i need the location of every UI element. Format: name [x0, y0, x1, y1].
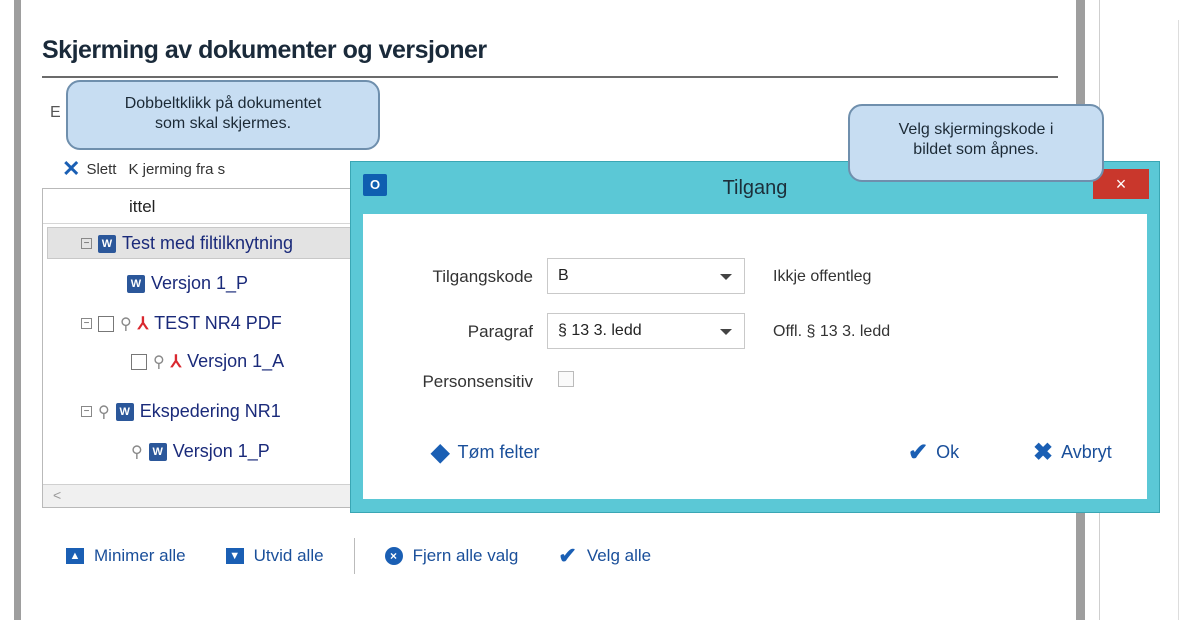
- tree-row[interactable]: W Versjon 1_P: [127, 273, 248, 294]
- collapse-icon[interactable]: −: [81, 406, 92, 417]
- minimize-icon: ▲: [66, 548, 84, 564]
- cancel-button[interactable]: ✖ Avbryt: [1033, 438, 1112, 467]
- title-divider: [42, 76, 1058, 78]
- paperclip-icon: ⚲: [153, 353, 165, 371]
- remove-circle-icon: ×: [384, 547, 403, 565]
- tree-row[interactable]: − W Test med filtilknytning: [81, 233, 293, 254]
- scroll-left-icon[interactable]: <: [53, 487, 61, 503]
- access-code-description: Ikkje offentleg: [773, 268, 872, 285]
- chevron-down-icon: [720, 329, 732, 335]
- partial-label: E: [50, 104, 61, 121]
- chevron-down-icon: [720, 274, 732, 280]
- pdf-icon: ⅄: [170, 351, 182, 371]
- callout-text-line: Velg skjermingskode i: [898, 121, 1054, 138]
- ok-label: Ok: [936, 442, 960, 462]
- callout-select-code: Velg skjermingskode i bildet som åpnes.: [848, 104, 1104, 182]
- tree-row-label: Versjon 1_A: [187, 351, 285, 371]
- minimize-all-label: Minimer alle: [94, 546, 186, 565]
- callout-text-line: som skal skjermes.: [154, 115, 292, 132]
- tree-row[interactable]: − ⚲ W Ekspedering NR1: [81, 401, 281, 422]
- tree-row[interactable]: ⚲ ⅄ Versjon 1_A: [131, 351, 284, 372]
- collapse-icon[interactable]: −: [81, 238, 92, 249]
- callout-double-click: Dobbeltklikk på dokumentet som skal skje…: [66, 80, 380, 259]
- expand-all-label: Utvid alle: [253, 546, 324, 565]
- delete-button[interactable]: Slett: [86, 161, 116, 178]
- ok-button[interactable]: ✔ Ok: [908, 438, 959, 467]
- page-title: Skjerming av dokumenter og versjoner: [42, 36, 487, 64]
- word-document-icon: W: [127, 274, 145, 293]
- row-checkbox[interactable]: [131, 353, 147, 370]
- column-title-label: ittel: [129, 197, 156, 216]
- row-checkbox[interactable]: [98, 315, 114, 332]
- tree-column-header[interactable]: ittel: [43, 189, 403, 224]
- personsensitive-checkbox[interactable]: [558, 371, 574, 387]
- personsensitive-label: Personsensitiv: [422, 372, 533, 391]
- paragraph-select[interactable]: § 13 3. ledd: [547, 313, 745, 349]
- tree-row-label: Ekspedering NR1: [139, 401, 281, 421]
- word-document-icon: W: [98, 234, 116, 253]
- cancel-label: Avbryt: [1061, 442, 1112, 462]
- collapse-icon[interactable]: −: [81, 318, 92, 329]
- tree-row-label: Versjon 1_P: [172, 441, 270, 461]
- paragraph-value: § 13 3. ledd: [558, 322, 642, 339]
- tree-row-label: Versjon 1_P: [151, 273, 249, 293]
- callout-text-line: bildet som åpnes.: [913, 141, 1039, 158]
- word-document-icon: W: [115, 402, 134, 421]
- minimize-all-button[interactable]: ▲ Minimer alle: [66, 546, 186, 566]
- toolbar-divider: [353, 538, 355, 574]
- expand-icon: ▼: [225, 548, 244, 564]
- tree-row[interactable]: − ⚲ ⅄ TEST NR4 PDF: [81, 313, 282, 334]
- expand-all-button[interactable]: ▼ Utvid alle: [225, 546, 324, 566]
- paragraph-description: Offl. § 13 3. ledd: [773, 323, 891, 340]
- check-icon: ✔: [908, 439, 929, 466]
- clear-selection-button[interactable]: × Fjern alle valg: [384, 546, 519, 566]
- close-icon: ✖: [1033, 439, 1054, 466]
- select-all-button[interactable]: ✔ Velg alle: [558, 543, 651, 569]
- eraser-icon: ◆: [431, 439, 450, 466]
- select-all-label: Velg alle: [586, 546, 652, 565]
- delete-icon[interactable]: ✕: [62, 158, 80, 180]
- tree-row[interactable]: ⚲ W Versjon 1_P: [131, 441, 270, 462]
- toolbar: ✕ Slett K jerming fra s: [62, 158, 225, 180]
- access-code-value: B: [558, 267, 569, 284]
- clear-all-label: Fjern alle valg: [412, 546, 519, 565]
- pdf-icon: ⅄: [137, 313, 149, 333]
- check-icon: ✔: [558, 543, 577, 568]
- paperclip-icon: ⚲: [120, 315, 132, 333]
- bottom-actions: ▲ Minimer alle ▼ Utvid alle × Fjern alle…: [66, 538, 691, 574]
- access-code-label: Tilgangskode: [432, 267, 534, 286]
- paperclip-icon: ⚲: [98, 403, 110, 421]
- horizontal-scrollbar[interactable]: <: [43, 484, 403, 507]
- clear-fields-button[interactable]: ◆ Tøm felter: [431, 438, 539, 467]
- clear-fields-label: Tøm felter: [457, 442, 540, 462]
- word-document-icon: W: [148, 442, 167, 461]
- tree-row-label: TEST NR4 PDF: [154, 313, 282, 333]
- tree-row-label: Test med filtilknytning: [122, 233, 294, 253]
- dialog-body: Tilgangskode B Ikkje offentleg Paragraf …: [363, 214, 1147, 499]
- callout-text-line: Dobbeltklikk på dokumentet: [124, 95, 322, 112]
- paragraph-label: Paragraf: [467, 322, 533, 341]
- left-border: [14, 0, 21, 620]
- access-code-select[interactable]: B: [547, 258, 745, 294]
- paperclip-icon: ⚲: [131, 443, 143, 461]
- access-dialog: O Tilgang × Tilgangskode B Ikkje offentl…: [350, 161, 1160, 513]
- remove-screening-button[interactable]: K jerming fra s: [128, 161, 225, 178]
